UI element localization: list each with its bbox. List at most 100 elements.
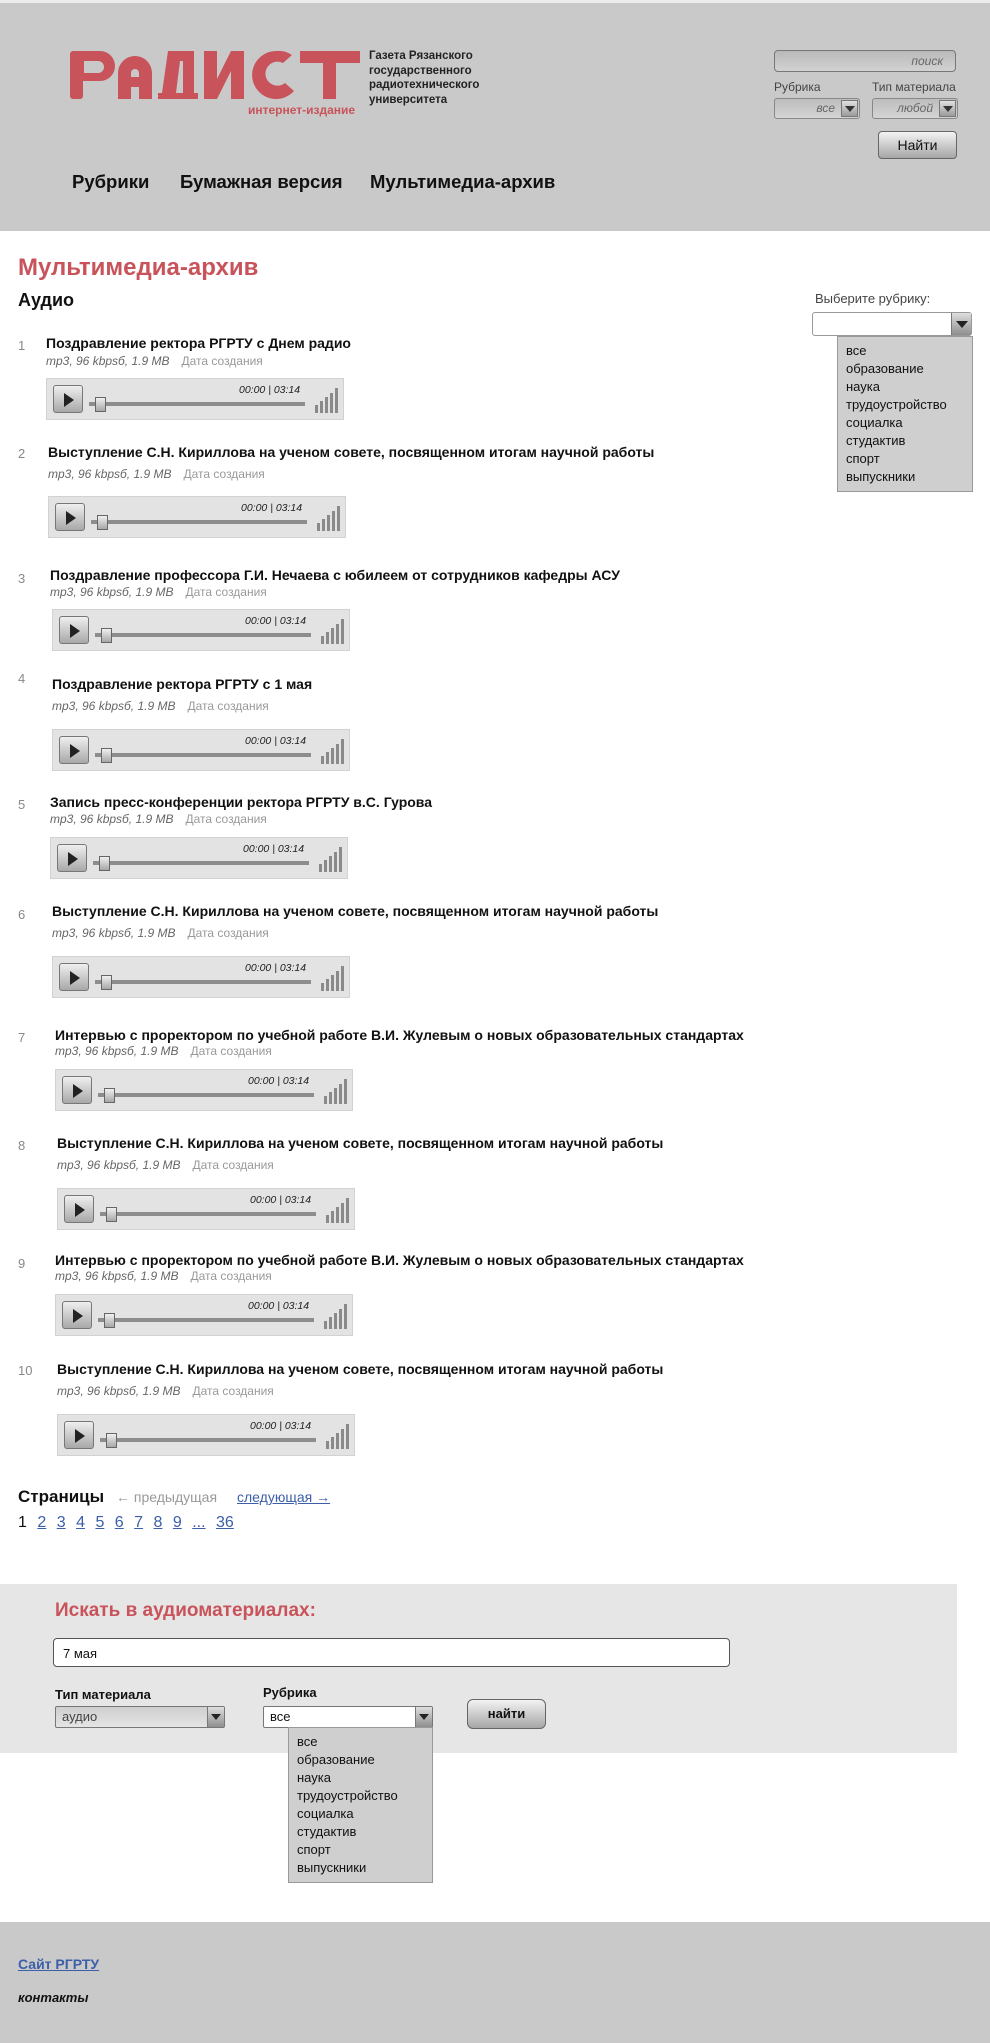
page-link[interactable]: 3 (57, 1514, 66, 1531)
volume-icon[interactable] (319, 846, 345, 872)
rubric-option-education[interactable]: образование (846, 360, 972, 378)
volume-icon[interactable] (321, 738, 347, 764)
audio-item-title[interactable]: Выступление С.Н. Кириллова на ученом сов… (48, 444, 654, 460)
audio-progress-handle[interactable] (95, 397, 106, 412)
audio-progress-handle[interactable] (106, 1207, 117, 1222)
audio-item-date: Дата создания (190, 1044, 272, 1058)
volume-icon[interactable] (317, 505, 343, 531)
search-rubric-option-employment[interactable]: трудоустройство (297, 1787, 432, 1805)
search-rubric-option-sport[interactable]: спорт (297, 1841, 432, 1859)
audio-item-title[interactable]: Поздравление ректора РГРТУ с 1 мая (52, 676, 312, 692)
play-icon[interactable] (62, 1301, 92, 1329)
play-icon[interactable] (59, 963, 89, 991)
rubric-picker-select[interactable] (812, 312, 972, 336)
volume-icon[interactable] (321, 965, 347, 991)
page-link[interactable]: 4 (76, 1514, 85, 1531)
page-link-ellipsis[interactable]: ... (192, 1514, 205, 1531)
nav-multimedia-archive[interactable]: Мультимедиа-архив (370, 171, 555, 193)
volume-icon[interactable] (315, 387, 341, 413)
rubric-option-sport[interactable]: спорт (846, 450, 972, 468)
play-icon[interactable] (64, 1195, 94, 1223)
volume-icon[interactable] (326, 1423, 352, 1449)
audio-progress-track[interactable] (98, 1318, 314, 1322)
audio-search-input[interactable]: 7 мая (53, 1638, 730, 1667)
audio-progress-handle[interactable] (101, 748, 112, 763)
audio-item-title[interactable]: Интервью с проректором по учебной работе… (55, 1027, 744, 1043)
chevron-down-icon[interactable] (841, 100, 858, 117)
audio-item-title[interactable]: Запись пресс-конференции ректора РГРТУ в… (50, 794, 432, 810)
audio-progress-handle[interactable] (104, 1313, 115, 1328)
rubric-option-graduates[interactable]: выпускники (846, 468, 972, 486)
play-icon[interactable] (64, 1421, 94, 1449)
volume-icon[interactable] (324, 1078, 350, 1104)
chevron-down-icon[interactable] (951, 313, 971, 335)
page-link[interactable]: 8 (154, 1514, 163, 1531)
audio-progress-handle[interactable] (106, 1433, 117, 1448)
header-rubric-select[interactable]: все (774, 98, 860, 119)
page-link[interactable]: 9 (173, 1514, 182, 1531)
volume-icon[interactable] (324, 1303, 350, 1329)
audio-time: 00:00 | 03:14 (239, 384, 301, 396)
rubric-option-science[interactable]: наука (846, 378, 972, 396)
play-icon[interactable] (55, 503, 85, 531)
volume-icon[interactable] (321, 618, 347, 644)
search-rubric-select[interactable]: все (263, 1706, 433, 1728)
audio-progress-handle[interactable] (99, 856, 110, 871)
audio-progress-track[interactable] (95, 980, 311, 984)
page-link-last[interactable]: 36 (216, 1514, 234, 1531)
rubric-option-student-activity[interactable]: студактив (846, 432, 972, 450)
rubric-option-all[interactable]: все (846, 342, 972, 360)
audio-progress-handle[interactable] (101, 975, 112, 990)
audio-progress-handle[interactable] (104, 1088, 115, 1103)
search-rubric-option-social[interactable]: социалка (297, 1805, 432, 1823)
search-rubric-option-all[interactable]: все (297, 1733, 432, 1751)
search-rubric-option-student-activity[interactable]: студактив (297, 1823, 432, 1841)
audio-progress-track[interactable] (95, 753, 311, 757)
play-icon[interactable] (57, 844, 87, 872)
footer-contacts[interactable]: контакты (18, 1990, 88, 2005)
page-link[interactable]: 2 (37, 1514, 46, 1531)
chevron-down-icon[interactable] (415, 1707, 432, 1727)
play-icon[interactable] (59, 736, 89, 764)
site-logo[interactable]: интернет-издание (70, 47, 360, 119)
header-type-select[interactable]: любой (872, 98, 958, 119)
rubric-option-employment[interactable]: трудоустройство (846, 396, 972, 414)
header-find-button[interactable]: Найти (878, 131, 957, 159)
audio-progress-track[interactable] (89, 402, 305, 406)
audio-progress-track[interactable] (100, 1438, 316, 1442)
footer-site-link[interactable]: Сайт РГРТУ (18, 1956, 99, 1972)
volume-icon[interactable] (326, 1197, 352, 1223)
audio-progress-handle[interactable] (97, 515, 108, 530)
rubric-option-social[interactable]: социалка (846, 414, 972, 432)
audio-progress-track[interactable] (95, 633, 311, 637)
search-rubric-option-graduates[interactable]: выпускники (297, 1859, 432, 1877)
audio-player: 00:00 | 03:14 (46, 378, 344, 420)
audio-item-title[interactable]: Поздравление ректора РГРТУ с Днем радио (46, 335, 351, 351)
audio-progress-track[interactable] (100, 1212, 316, 1216)
nav-rubrics[interactable]: Рубрики (72, 171, 149, 193)
search-type-select[interactable]: аудио (55, 1706, 225, 1728)
play-icon[interactable] (53, 385, 83, 413)
audio-item-title[interactable]: Выступление С.Н. Кириллова на ученом сов… (52, 903, 658, 919)
search-rubric-option-education[interactable]: образование (297, 1751, 432, 1769)
audio-progress-track[interactable] (98, 1093, 314, 1097)
play-icon[interactable] (59, 616, 89, 644)
nav-paper-version[interactable]: Бумажная версия (180, 171, 343, 193)
search-rubric-option-science[interactable]: наука (297, 1769, 432, 1787)
chevron-down-icon[interactable] (207, 1707, 224, 1727)
audio-item-title[interactable]: Интервью с проректором по учебной работе… (55, 1252, 744, 1268)
page-link[interactable]: 7 (134, 1514, 143, 1531)
header-search-input[interactable]: поиск (774, 50, 956, 72)
pagination-next[interactable]: следующая → (237, 1489, 330, 1505)
audio-progress-track[interactable] (91, 520, 307, 524)
page-link[interactable]: 6 (115, 1514, 124, 1531)
play-icon[interactable] (62, 1076, 92, 1104)
chevron-down-icon[interactable] (939, 100, 956, 117)
audio-item-title[interactable]: Поздравление профессора Г.И. Нечаева с ю… (50, 567, 620, 583)
audio-search-button[interactable]: найти (467, 1699, 546, 1729)
page-link[interactable]: 5 (95, 1514, 104, 1531)
audio-item-title[interactable]: Выступление С.Н. Кириллова на ученом сов… (57, 1135, 663, 1151)
audio-progress-handle[interactable] (101, 628, 112, 643)
audio-progress-track[interactable] (93, 861, 309, 865)
audio-item-title[interactable]: Выступление С.Н. Кириллова на ученом сов… (57, 1361, 663, 1377)
